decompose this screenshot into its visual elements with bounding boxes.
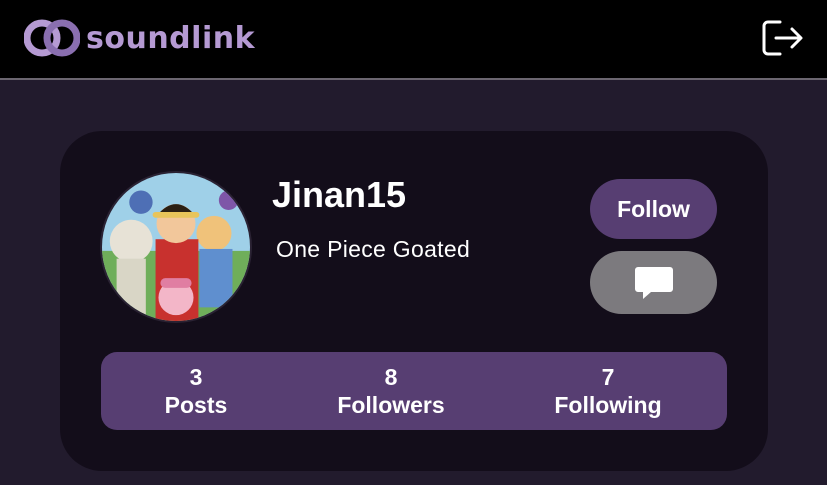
logout-icon [762, 20, 803, 56]
stat-following-count: 7 [601, 364, 615, 390]
profile-stats-bar: 3 Posts 8 Followers 7 Following [101, 352, 727, 430]
top-navigation-bar: soundlink [0, 0, 827, 80]
stat-following-label: Following [554, 392, 662, 418]
logout-button[interactable] [758, 16, 806, 60]
stat-posts-count: 3 [189, 364, 203, 390]
profile-username: Jinan15 [272, 174, 407, 215]
app-logo[interactable]: soundlink [24, 16, 255, 60]
avatar[interactable] [100, 171, 252, 323]
message-button[interactable] [590, 251, 717, 314]
chat-bubble-icon [634, 266, 673, 299]
app-name: soundlink [86, 20, 256, 56]
stat-followers[interactable]: 8 Followers [321, 352, 461, 430]
profile-bio: One Piece Goated [276, 236, 471, 262]
stat-following[interactable]: 7 Following [538, 352, 678, 430]
stat-followers-count: 8 [384, 364, 398, 390]
stat-followers-label: Followers [337, 392, 445, 418]
stat-posts[interactable]: 3 Posts [141, 352, 251, 430]
follow-button[interactable]: Follow [590, 179, 717, 239]
profile-avatar-image [102, 173, 250, 321]
linked-rings-logo-icon [24, 19, 80, 57]
stat-posts-label: Posts [164, 392, 228, 418]
